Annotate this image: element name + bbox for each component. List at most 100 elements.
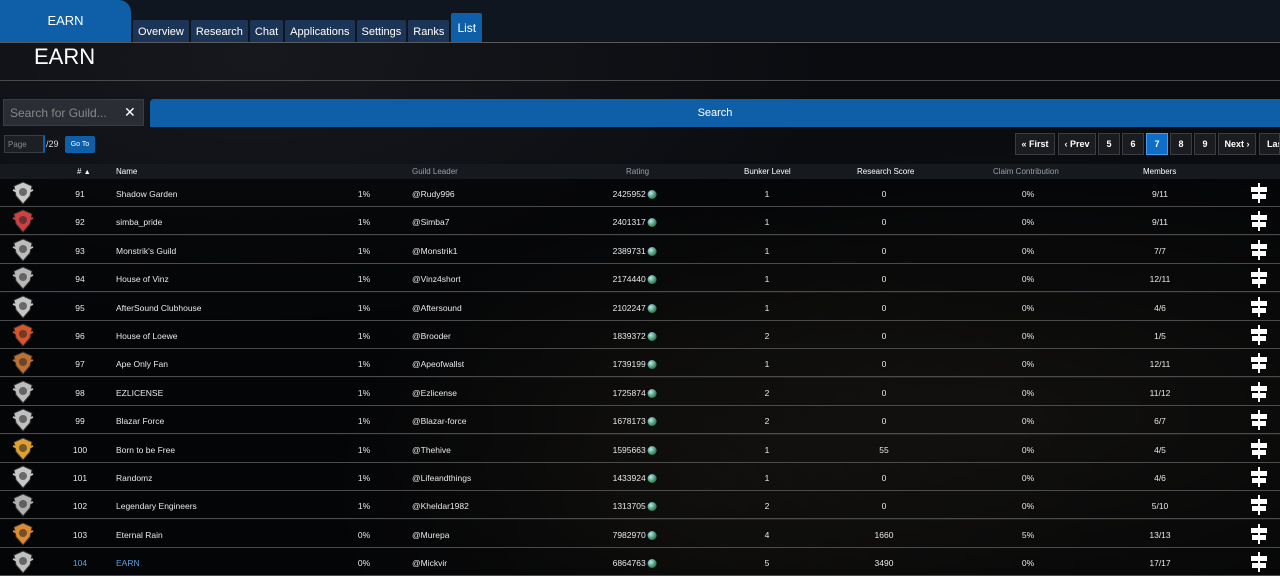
- tab-applications[interactable]: Applications: [285, 20, 355, 43]
- page-button-5[interactable]: 5: [1098, 133, 1120, 155]
- guild-name: Legendary Engineers: [116, 501, 197, 512]
- members-count: 1/5: [1154, 331, 1166, 341]
- claim-contribution: 0%: [1021, 302, 1035, 313]
- page-button-6[interactable]: 6: [1122, 133, 1144, 155]
- members-count: 11/12: [1149, 387, 1171, 398]
- rating-value: 1313705: [613, 501, 657, 512]
- last-page-button[interactable]: Last: [1259, 133, 1280, 155]
- view-guild-icon[interactable]: [1249, 381, 1269, 403]
- rank-value: 96: [75, 331, 85, 341]
- bunker-level: 1: [764, 302, 770, 313]
- guild-leader: @Thehive: [412, 444, 451, 455]
- rank-value: 104: [72, 558, 88, 569]
- sort-asc-icon: ▲: [83, 169, 91, 176]
- research-score: 0: [881, 387, 887, 398]
- guild-leader: @Vinz4short: [412, 274, 461, 285]
- rank-value: 97: [75, 359, 85, 370]
- search-input[interactable]: [8, 104, 122, 121]
- rating-value: 2401317: [613, 217, 657, 228]
- go-to-button[interactable]: Go To: [65, 136, 95, 153]
- research-score: 0: [881, 274, 887, 285]
- first-page-button[interactable]: « First: [1015, 133, 1055, 155]
- search-button[interactable]: Search: [150, 99, 1280, 127]
- rating-orb-icon: [647, 474, 657, 483]
- rating-orb-icon: [647, 275, 657, 285]
- bunker-level: 1: [764, 217, 770, 228]
- guild-leader: @Brooder: [412, 331, 451, 341]
- guild-leader: @Simba7: [412, 217, 450, 228]
- view-guild-icon[interactable]: [1249, 409, 1269, 431]
- guild-leader: @Murepa: [412, 529, 450, 540]
- col-bunker-level[interactable]: Bunker Level: [744, 167, 791, 176]
- guild-emblem-icon: [12, 465, 34, 489]
- share-percent: 1%: [357, 245, 371, 256]
- guild-leader: @Apeofwallst: [412, 359, 465, 370]
- view-guild-icon[interactable]: [1249, 324, 1269, 346]
- next-page-button[interactable]: Next ›: [1218, 133, 1256, 155]
- tab-chat[interactable]: Chat: [249, 20, 284, 43]
- research-score: 0: [881, 331, 887, 341]
- bunker-level: 2: [764, 331, 770, 341]
- col-rating[interactable]: Rating: [626, 167, 649, 176]
- rating-orb-icon: [647, 417, 657, 427]
- view-guild-icon[interactable]: [1249, 494, 1269, 516]
- view-guild-icon[interactable]: [1249, 239, 1269, 261]
- col-leader[interactable]: Guild Leader: [412, 167, 458, 176]
- view-guild-icon[interactable]: [1249, 296, 1269, 318]
- view-guild-icon[interactable]: [1249, 551, 1269, 573]
- research-score: 3490: [874, 558, 894, 569]
- rank-value: 101: [72, 473, 88, 483]
- bunker-level: 1: [764, 473, 770, 483]
- rating-orb-icon: [647, 445, 657, 455]
- research-score: 55: [879, 444, 889, 455]
- tab-research[interactable]: Research: [190, 20, 248, 43]
- view-guild-icon[interactable]: [1249, 438, 1269, 460]
- page-number-input[interactable]: [4, 135, 45, 153]
- rank-value: 100: [72, 444, 88, 455]
- share-percent: 0%: [357, 558, 371, 569]
- col-rank[interactable]: # ▲: [77, 167, 91, 176]
- page-total: /29: [46, 139, 59, 149]
- page-button-7[interactable]: 7: [1146, 133, 1168, 155]
- col-members[interactable]: Members: [1143, 167, 1176, 176]
- view-guild-icon[interactable]: [1249, 210, 1269, 232]
- col-name[interactable]: Name: [116, 167, 137, 176]
- bunker-level: 2: [764, 387, 770, 398]
- guild-emblem-icon: [12, 380, 34, 404]
- prev-page-button[interactable]: ‹ Prev: [1058, 133, 1096, 155]
- col-claim-contribution[interactable]: Claim Contribution: [993, 167, 1059, 176]
- rank-value: 99: [75, 416, 85, 427]
- rating-orb-icon: [647, 218, 657, 228]
- guild-emblem-icon: [12, 238, 34, 262]
- tab-list[interactable]: List: [451, 13, 483, 43]
- share-percent: 1%: [357, 217, 371, 228]
- rating-orb-icon: [647, 360, 657, 370]
- search-field: ✕: [3, 99, 144, 126]
- view-guild-icon[interactable]: [1249, 182, 1269, 204]
- close-icon[interactable]: ✕: [124, 104, 136, 121]
- guild-emblem-icon: [12, 181, 34, 205]
- tab-overview[interactable]: Overview: [133, 20, 189, 43]
- tab-settings[interactable]: Settings: [356, 20, 407, 43]
- view-guild-icon[interactable]: [1249, 523, 1269, 545]
- guild-leader: @Rudy996: [412, 189, 455, 199]
- tab-ranks[interactable]: Ranks: [408, 20, 450, 43]
- rating-value: 6864763: [613, 558, 657, 569]
- view-guild-icon[interactable]: [1249, 352, 1269, 374]
- rating-value: 2425952: [613, 189, 657, 199]
- page-button-8[interactable]: 8: [1170, 133, 1192, 155]
- bunker-level: 1: [764, 274, 770, 285]
- view-guild-icon[interactable]: [1249, 267, 1269, 289]
- brand-tab[interactable]: EARN: [0, 0, 131, 43]
- members-count: 4/6: [1154, 302, 1166, 313]
- claim-contribution: 0%: [1021, 217, 1035, 228]
- share-percent: 1%: [357, 274, 371, 285]
- view-guild-icon[interactable]: [1249, 466, 1269, 488]
- members-count: 4/5: [1154, 444, 1166, 455]
- claim-contribution: 0%: [1021, 359, 1035, 370]
- page-button-9[interactable]: 9: [1194, 133, 1216, 155]
- bunker-level: 1: [764, 359, 770, 370]
- guild-emblem-icon: [12, 493, 34, 518]
- col-research-score[interactable]: Research Score: [857, 167, 914, 176]
- members-count: 5/10: [1151, 501, 1169, 512]
